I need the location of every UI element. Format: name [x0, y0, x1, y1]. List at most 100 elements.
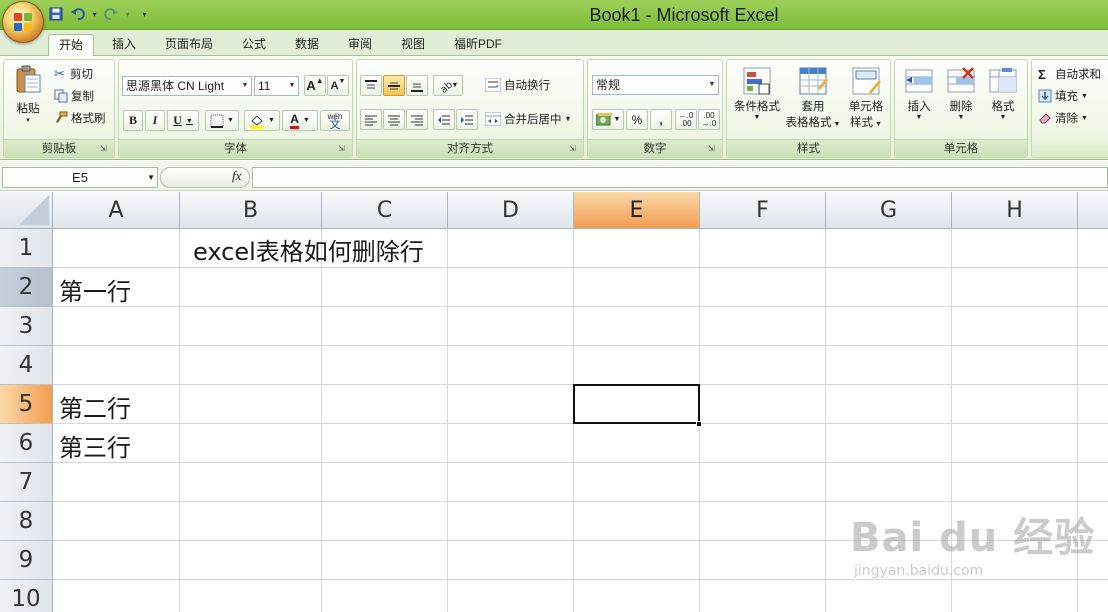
cell-a5[interactable]: 第二行: [59, 389, 131, 424]
font-launcher-icon[interactable]: ⇲: [338, 144, 348, 154]
font-size-value: 11: [258, 79, 271, 93]
fill-down-icon: [1038, 89, 1052, 103]
formula-input[interactable]: [252, 167, 1108, 188]
font-color-button[interactable]: A ▼: [282, 110, 318, 131]
align-middle-button[interactable]: [383, 75, 405, 96]
percent-style-button[interactable]: %: [626, 109, 648, 130]
row-header-5[interactable]: 5: [0, 385, 53, 424]
column-header-c[interactable]: C: [322, 192, 448, 229]
paste-button[interactable]: 粘贴 ▾: [8, 64, 48, 124]
fill-button[interactable]: 填充 ▼: [1038, 88, 1088, 104]
row-header-8[interactable]: 8: [0, 502, 53, 541]
align-top-button[interactable]: [360, 75, 382, 96]
fill-handle[interactable]: [696, 421, 702, 427]
grow-font-button[interactable]: A ▲: [304, 75, 326, 96]
format-as-table-label-2: 表格格式 ▼: [785, 117, 841, 129]
grid-line: [53, 462, 1108, 463]
insert-cells-button[interactable]: 插入 ▼: [899, 66, 939, 121]
tab-home[interactable]: 开始: [48, 34, 94, 57]
chevron-down-icon[interactable]: ▼: [147, 168, 155, 187]
row-header-10[interactable]: 10: [0, 580, 53, 612]
row-header-4[interactable]: 4: [0, 346, 53, 385]
currency-icon: [595, 112, 612, 125]
wrap-text-button[interactable]: 自动换行: [485, 77, 550, 93]
bold-button[interactable]: B: [123, 110, 143, 131]
shrink-font-button[interactable]: A ▼: [327, 75, 349, 96]
merge-center-button[interactable]: 合并后居中 ▼: [485, 111, 571, 127]
insert-cells-icon: [905, 69, 933, 93]
cell-a6[interactable]: 第三行: [59, 428, 131, 463]
row-header-9[interactable]: 9: [0, 541, 53, 580]
underline-button[interactable]: U ▼: [167, 110, 199, 131]
font-name-select[interactable]: 思源黑体 CN Light ▼: [122, 76, 252, 96]
fill-color-button[interactable]: ▼: [244, 110, 280, 131]
orientation-button[interactable]: ab ▼: [433, 75, 463, 96]
phonetic-guide-button[interactable]: wén 文: [320, 110, 350, 131]
row-header-1[interactable]: 1: [0, 229, 53, 268]
align-bottom-button[interactable]: [406, 75, 428, 96]
column-header-e[interactable]: E: [574, 192, 700, 229]
column-header-b[interactable]: B: [180, 192, 322, 229]
increase-indent-button[interactable]: [456, 109, 478, 130]
tab-data[interactable]: 数据: [285, 34, 329, 56]
format-painter-button[interactable]: 格式刷: [54, 110, 106, 126]
column-header-h[interactable]: H: [952, 192, 1078, 229]
cell-a2[interactable]: 第一行: [59, 272, 131, 307]
group-clipboard: 粘贴 ▾ ✂ 剪切 复制 格式刷 剪贴板 ⇲: [3, 59, 115, 158]
conditional-formatting-button[interactable]: 条件格式 ▼: [731, 66, 783, 121]
clear-button[interactable]: 清除 ▼: [1038, 110, 1088, 126]
copy-button[interactable]: 复制: [54, 88, 94, 104]
tab-page-layout[interactable]: 页面布局: [158, 34, 220, 56]
align-left-button[interactable]: [360, 109, 382, 130]
column-header-d[interactable]: D: [448, 192, 574, 229]
delete-cells-button[interactable]: 删除 ▼: [941, 66, 981, 121]
tab-view[interactable]: 视图: [391, 34, 435, 56]
tab-formulas[interactable]: 公式: [232, 34, 276, 56]
cell-b1[interactable]: excel表格如何删除行: [193, 232, 424, 267]
cell-styles-button[interactable]: 单元格 样式 ▼: [843, 66, 889, 130]
grid-line: [321, 229, 322, 612]
format-cells-button[interactable]: 格式 ▼: [983, 66, 1023, 121]
row-header-3[interactable]: 3: [0, 307, 53, 346]
autosum-button[interactable]: Σ 自动求和: [1038, 66, 1101, 82]
decrease-decimal-button[interactable]: .00 →.0: [698, 109, 720, 130]
align-center-icon: [388, 115, 400, 125]
italic-button[interactable]: I: [145, 110, 165, 131]
align-right-button[interactable]: [406, 109, 428, 130]
accounting-format-button[interactable]: ▼: [592, 109, 624, 130]
group-label-clipboard: 剪贴板: [4, 139, 114, 157]
chevron-down-icon: ▼: [915, 114, 923, 121]
format-as-table-button[interactable]: 套用 表格格式 ▼: [785, 66, 841, 130]
column-header-f[interactable]: F: [700, 192, 826, 229]
worksheet-grid[interactable]: A B C D E F G H 1 2 3 4 5 6 7 8 9 10 exc…: [0, 192, 1108, 612]
clipboard-launcher-icon[interactable]: ⇲: [100, 144, 110, 154]
column-header-g[interactable]: G: [826, 192, 952, 229]
number-format-select[interactable]: 常规 ▼: [592, 75, 719, 95]
borders-button[interactable]: ▼: [205, 110, 239, 131]
group-cells: 插入 ▼ 删除 ▼ 格式 ▼ 单元格: [894, 59, 1028, 158]
align-center-button[interactable]: [383, 109, 405, 130]
format-painter-label: 格式刷: [71, 113, 106, 125]
row-header-6[interactable]: 6: [0, 424, 53, 463]
tab-foxit-pdf[interactable]: 福昕PDF: [447, 34, 509, 56]
name-box[interactable]: E5 ▼: [2, 167, 158, 188]
tab-insert[interactable]: 插入: [102, 34, 146, 56]
comma-style-button[interactable]: ,: [650, 109, 672, 130]
row-header-7[interactable]: 7: [0, 463, 53, 502]
alignment-launcher-icon[interactable]: ⇲: [569, 144, 579, 154]
number-launcher-icon[interactable]: ⇲: [708, 144, 718, 154]
active-cell-e5[interactable]: [573, 384, 700, 424]
office-button[interactable]: [2, 1, 44, 43]
tab-review[interactable]: 审阅: [338, 34, 382, 56]
font-size-select[interactable]: 11 ▼: [254, 76, 299, 96]
column-header-i[interactable]: [1078, 192, 1108, 229]
row-header-2[interactable]: 2: [0, 268, 53, 307]
cut-button[interactable]: ✂ 剪切: [54, 66, 93, 82]
chevron-down-icon: ▼: [564, 115, 572, 123]
increase-decimal-button[interactable]: ←.0.00: [675, 109, 697, 130]
insert-function-icon[interactable]: fx: [232, 168, 241, 184]
decrease-indent-button[interactable]: [433, 109, 455, 130]
cell-styles-label-2: 样式 ▼: [850, 117, 882, 129]
select-all-button[interactable]: [0, 192, 53, 229]
column-header-a[interactable]: A: [53, 192, 180, 229]
